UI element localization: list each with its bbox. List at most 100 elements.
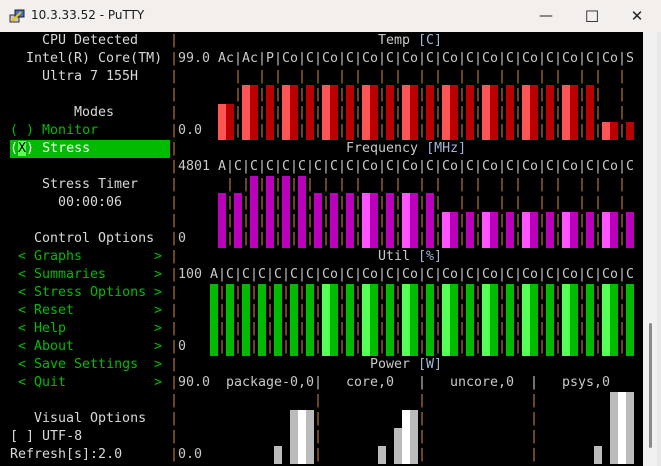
bar-temp xyxy=(266,85,274,140)
category-label: Co xyxy=(602,267,619,282)
refresh-rate-field[interactable]: Refresh[s]:2.0 xyxy=(10,446,122,464)
mode-stress-radio[interactable]: (X) Stress xyxy=(10,140,170,158)
menu-item-help[interactable]: < Help > xyxy=(18,320,162,338)
mode-monitor-radio[interactable]: ( ) Monitor xyxy=(10,122,98,140)
category-label: Co xyxy=(362,159,379,174)
graph-title-util: Util [%] xyxy=(378,248,442,266)
menu-item-about[interactable]: < About > xyxy=(18,338,162,356)
category-separator: | xyxy=(378,51,387,66)
bar-separator: | xyxy=(434,213,443,228)
bar-separator: | xyxy=(498,231,507,246)
category-label: C xyxy=(386,51,395,66)
terminal[interactable]: CPU Detected Intel(R) Core(TM) Ultra 7 1… xyxy=(0,32,643,466)
bar-separator: | xyxy=(226,177,235,192)
radio-checked[interactable]: X xyxy=(18,141,27,156)
bar-separator: | xyxy=(498,195,507,210)
maximize-button[interactable]: ☐ xyxy=(569,0,615,32)
bar-frequency xyxy=(314,193,322,248)
bar-util xyxy=(466,284,474,356)
category-separator: | xyxy=(274,51,283,66)
title-bar: 10.3.33.52 - PuTTY — ☐ ✕ xyxy=(0,0,661,32)
category-label: C xyxy=(586,159,595,174)
bar-separator: | xyxy=(298,285,307,300)
category-label: C xyxy=(386,267,395,282)
bar-separator: | xyxy=(418,303,427,318)
category-separator: | xyxy=(474,159,483,174)
bar-temp xyxy=(530,85,538,140)
bar-temp xyxy=(370,85,378,140)
bar-separator: | xyxy=(458,105,467,120)
bar-separator: | xyxy=(618,69,627,84)
bar-util xyxy=(402,284,410,356)
bar-temp xyxy=(442,85,450,140)
category-separator: | xyxy=(554,267,563,282)
category-label: C xyxy=(306,51,315,66)
bar-util xyxy=(490,284,498,356)
bar-util xyxy=(586,284,594,356)
power-separator: | xyxy=(530,411,539,426)
menu-item-stress-options[interactable]: < Stress Options > xyxy=(18,284,162,302)
menu-item-reset[interactable]: < Reset > xyxy=(18,302,162,320)
checkbox-unchecked[interactable]: [ ] xyxy=(10,429,34,444)
bar-util xyxy=(386,284,394,356)
bar-temp xyxy=(586,85,594,140)
bar-separator: | xyxy=(538,339,547,354)
bar-separator: | xyxy=(554,339,563,354)
bar-separator: | xyxy=(594,123,603,138)
bar-separator: | xyxy=(578,231,587,246)
bar-separator: | xyxy=(434,105,443,120)
bar-separator: | xyxy=(314,87,323,102)
bar-separator: | xyxy=(298,69,307,84)
bar-frequency xyxy=(466,212,474,248)
category-label: C xyxy=(306,267,315,282)
power-separator: | xyxy=(530,375,539,390)
bar-separator: | xyxy=(314,123,323,138)
chevron-left-icon: < xyxy=(18,303,35,318)
bar-util xyxy=(506,284,514,356)
bar-separator: | xyxy=(594,321,603,336)
bar-separator: | xyxy=(378,87,387,102)
menu-item-graphs[interactable]: < Graphs > xyxy=(18,248,162,266)
bar-separator: | xyxy=(618,339,627,354)
scrollbar-thumb[interactable] xyxy=(649,323,652,448)
menu-item-quit[interactable]: < Quit > xyxy=(18,374,162,392)
bar-temp xyxy=(610,122,618,140)
bar-separator: | xyxy=(578,213,587,228)
bar-util xyxy=(530,284,538,356)
bar-separator: | xyxy=(354,177,363,192)
bar-separator: | xyxy=(554,213,563,228)
bar-separator: | xyxy=(282,303,291,318)
bar-separator: | xyxy=(234,87,243,102)
bar-separator: | xyxy=(514,231,523,246)
bar-separator: | xyxy=(474,339,483,354)
menu-item-summaries[interactable]: < Summaries > xyxy=(18,266,162,284)
menu-item-save-settings[interactable]: < Save Settings > xyxy=(18,356,162,374)
chevron-right-icon: > xyxy=(154,375,163,390)
utf8-label: UTF-8 xyxy=(42,429,83,444)
bar-temp xyxy=(330,85,338,140)
category-separator: | xyxy=(266,267,275,282)
bar-separator: | xyxy=(234,285,243,300)
utf8-checkbox[interactable]: [ ] UTF-8 xyxy=(10,428,82,446)
bar-separator: | xyxy=(258,105,267,120)
category-label: C xyxy=(266,159,275,174)
bar-separator: | xyxy=(474,87,483,102)
bar-separator: | xyxy=(578,321,587,336)
close-button[interactable]: ✕ xyxy=(614,0,660,32)
menu-item-label: Graphs xyxy=(34,249,83,264)
category-separator: | xyxy=(434,267,443,282)
category-label: Co xyxy=(322,51,339,66)
category-separator: | xyxy=(234,51,243,66)
category-label: Co xyxy=(402,159,419,174)
category-label: Co xyxy=(442,267,459,282)
radio-unchecked[interactable]: ( ) xyxy=(10,123,34,138)
scrollbar[interactable] xyxy=(643,32,657,466)
power-separator: | xyxy=(314,411,323,426)
minimize-button[interactable]: — xyxy=(523,0,569,32)
panel-divider: | xyxy=(170,105,179,120)
bar-util xyxy=(362,284,370,356)
bar-separator: | xyxy=(418,321,427,336)
category-separator: | xyxy=(282,267,291,282)
bar-util xyxy=(306,284,314,356)
category-label: C xyxy=(282,159,291,174)
